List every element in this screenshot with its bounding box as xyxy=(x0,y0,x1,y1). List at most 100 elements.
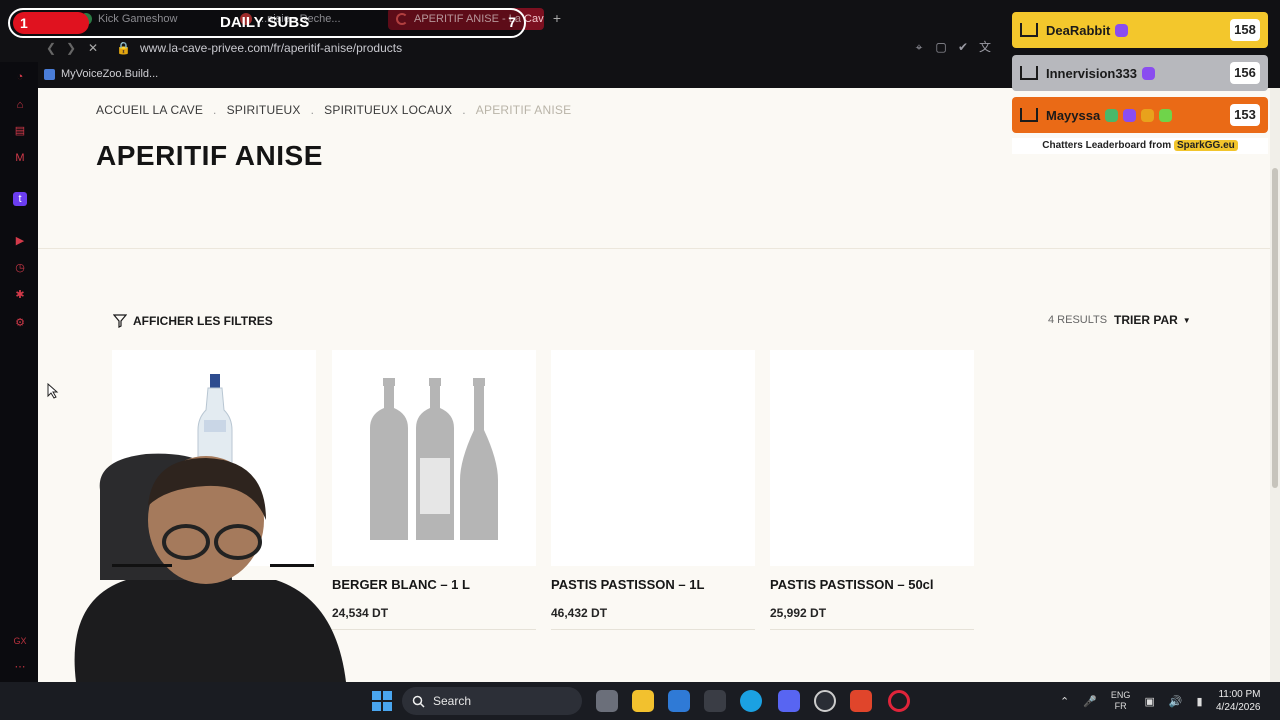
breadcrumb-separator: . xyxy=(310,103,315,117)
breadcrumb-spiritueux[interactable]: SPIRITUEUX xyxy=(227,103,301,117)
new-tab-button[interactable]: + xyxy=(548,9,566,27)
battery-icon[interactable]: ▮ xyxy=(1197,695,1203,708)
crown-icon xyxy=(1020,66,1038,80)
lock-icon: 🔒 xyxy=(116,41,131,55)
pin-icon[interactable]: ⌖ xyxy=(912,40,926,54)
leaderboard-name: DeaRabbit xyxy=(1046,22,1111,38)
leaderboard-score: 156 xyxy=(1230,62,1260,84)
windows-start-icon[interactable] xyxy=(372,691,392,711)
news-icon[interactable]: ▤ xyxy=(13,124,27,138)
opera-gx-icon[interactable] xyxy=(888,690,910,712)
product-card[interactable]: PASTIS PASTISSON – 50cl 25,992 DT xyxy=(770,350,974,630)
caret-down-icon: ▼ xyxy=(1182,315,1191,325)
twitch-icon[interactable]: t xyxy=(13,192,27,206)
card-divider xyxy=(551,629,755,630)
placeholder-bottles-icon xyxy=(370,378,498,540)
product-price: 46,432 DT xyxy=(551,606,608,620)
sort-dropdown[interactable]: TRIER PAR ▼ xyxy=(1114,313,1191,327)
player-icon[interactable]: ▶ xyxy=(13,234,27,248)
bookmark-item[interactable]: MyVoiceZoo.Build... xyxy=(44,68,158,80)
taskbar-search[interactable]: Search xyxy=(402,687,582,715)
divider xyxy=(38,248,1270,249)
badge-icon xyxy=(1105,108,1119,122)
bookmark-label: MyVoiceZoo.Build... xyxy=(61,68,159,80)
back-icon[interactable]: ❮ xyxy=(46,41,56,55)
product-image[interactable] xyxy=(770,350,974,566)
unity-icon[interactable] xyxy=(704,690,726,712)
filters-label: AFFICHER LES FILTRES xyxy=(133,314,273,328)
clock[interactable]: 11:00 PM 4/24/2026 xyxy=(1216,688,1261,714)
clock-date: 4/24/2026 xyxy=(1216,702,1261,713)
webcam-overlay xyxy=(74,453,346,682)
stop-icon[interactable]: ✕ xyxy=(88,41,98,55)
breadcrumb-separator: . xyxy=(462,103,466,117)
clock-time: 11:00 PM xyxy=(1218,689,1261,700)
leaderboard-score: 158 xyxy=(1230,19,1260,41)
breadcrumb-home[interactable]: ACCUEIL LA CAVE xyxy=(96,103,203,117)
brave-icon[interactable] xyxy=(850,690,872,712)
badge-icon xyxy=(1142,66,1156,80)
leaderboard-name: Mayyssa xyxy=(1046,107,1101,123)
show-filters-button[interactable]: AFFICHER LES FILTRES xyxy=(113,314,273,328)
history-icon[interactable]: ◷ xyxy=(13,261,27,275)
leaderboard-brand: SparkGG.eu xyxy=(1173,140,1238,151)
snapshot-icon[interactable]: ▢ xyxy=(934,40,948,54)
discord-icon[interactable] xyxy=(778,690,800,712)
network-icon[interactable]: ▣ xyxy=(1144,695,1154,708)
gx-icon[interactable]: GX xyxy=(13,634,27,648)
product-name[interactable]: PASTIS PASTISSON – 1L xyxy=(551,577,704,592)
language-top: ENG xyxy=(1110,690,1131,700)
leaderboard-footer-text: Chatters Leaderboard from xyxy=(1042,140,1172,151)
speed-dial-icon[interactable]: ◔ xyxy=(13,70,27,84)
breadcrumb-spiritueux-locaux[interactable]: SPIRITUEUX LOCAUX xyxy=(324,103,452,117)
forward-icon[interactable]: ❯ xyxy=(66,41,76,55)
product-price: 25,992 DT xyxy=(770,606,827,620)
settings-icon[interactable]: ⚙ xyxy=(13,316,27,330)
chevron-up-icon[interactable]: ⌃ xyxy=(1060,695,1069,708)
product-card[interactable]: BERGER BLANC – 1 L 24,534 DT xyxy=(332,350,536,630)
badge-icon xyxy=(1159,108,1173,122)
page-scrollbar[interactable] xyxy=(1270,88,1280,682)
leaderboard-name: Innervision333 xyxy=(1046,65,1138,81)
breadcrumb-current: APERITIF ANISE xyxy=(475,103,572,117)
windows-taskbar: Search ⌃ 🎤 ENG FR ▣ 🔊 ▮ 11:00 PM 4/24/20… xyxy=(0,682,1280,720)
subs-goal: 7 xyxy=(508,14,516,30)
product-name[interactable]: PASTIS PASTISSON – 50cl xyxy=(770,577,934,592)
crown-icon xyxy=(1020,23,1038,37)
shield-icon[interactable]: ✔ xyxy=(956,40,970,54)
leaderboard-entry: Innervision333 156 xyxy=(1012,55,1268,91)
hot-tub-icon[interactable]: ⌂ xyxy=(13,98,27,112)
product-card[interactable]: PASTIS PASTISSON – 1L 46,432 DT xyxy=(551,350,755,630)
file-explorer-icon[interactable] xyxy=(632,690,654,712)
more-icon[interactable]: ⋯ xyxy=(13,660,27,674)
obs-icon[interactable] xyxy=(814,690,836,712)
extensions-icon[interactable]: ✱ xyxy=(13,288,27,302)
volume-icon[interactable]: 🔊 xyxy=(1169,695,1183,708)
language-bottom: FR xyxy=(1114,701,1127,711)
product-name[interactable]: BERGER BLANC – 1 L xyxy=(332,577,470,592)
language-indicator[interactable]: ENG FR xyxy=(1111,690,1131,712)
url-field[interactable]: www.la-cave-privee.com/fr/aperitif-anise… xyxy=(140,41,402,55)
crown-icon xyxy=(1020,108,1038,122)
sort-label: TRIER PAR xyxy=(1114,313,1178,327)
mail-icon[interactable]: M xyxy=(13,151,27,165)
subs-count: 1 xyxy=(13,12,89,34)
scrollbar-thumb[interactable] xyxy=(1272,168,1278,488)
card-divider xyxy=(332,629,536,630)
store-icon[interactable] xyxy=(668,690,690,712)
page-title: APERITIF ANISE xyxy=(96,140,323,171)
daily-subs-overlay: 1 DAILY SUBS 7 xyxy=(8,8,526,38)
card-divider xyxy=(770,629,974,630)
product-image[interactable] xyxy=(551,350,755,566)
edge-icon[interactable] xyxy=(740,690,762,712)
translate-icon[interactable]: 文 xyxy=(978,40,992,54)
badge-icon xyxy=(1141,108,1155,122)
leaderboard-footer: Chatters Leaderboard from SparkGG.eu xyxy=(1012,138,1268,154)
task-view-icon[interactable] xyxy=(596,690,618,712)
microphone-icon[interactable]: 🎤 xyxy=(1083,695,1097,708)
badge-icon xyxy=(1123,108,1137,122)
leaderboard-score: 153 xyxy=(1230,104,1260,126)
results-count: 4 RESULTS xyxy=(1048,314,1108,326)
filter-icon xyxy=(113,314,127,328)
product-image[interactable] xyxy=(332,350,536,566)
